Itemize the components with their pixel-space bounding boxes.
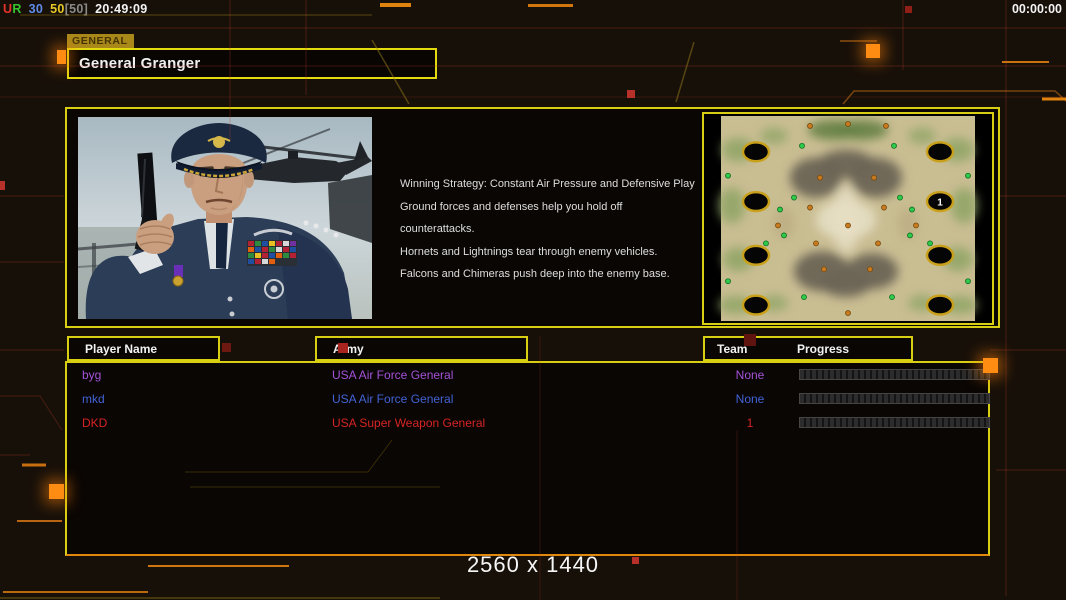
minimap: 1 (702, 112, 994, 325)
match-timer: 00:00:00 (1012, 2, 1062, 16)
army-cell: USA Air Force General (332, 392, 453, 406)
army-header: Army (315, 336, 528, 361)
general-name-box: General Granger (67, 48, 437, 79)
player-name-header-label: Player Name (85, 342, 157, 356)
team-progress-header: Team Progress (703, 336, 913, 361)
general-name: General Granger (79, 55, 200, 72)
clock: 20:49:09 (95, 2, 147, 16)
glow-square (57, 50, 66, 64)
team-letter-u: U (3, 2, 12, 16)
strategy-line: Winning Strategy: Constant Air Pressure … (400, 173, 700, 196)
counter-reserve: [50] (65, 2, 88, 16)
counter-blue: 30 (29, 2, 44, 16)
player-row: mkd USA Air Force General None (67, 387, 988, 411)
team-cell: None (705, 392, 795, 406)
minimap-image: 1 (704, 114, 992, 323)
strategy-line: Falcons and Chimeras push deep into the … (400, 263, 700, 286)
player-row: DKD USA Super Weapon General 1 (67, 411, 988, 435)
counter-yellow: 50 (50, 2, 65, 16)
army-cell: USA Air Force General (332, 368, 453, 382)
start-position-marker: 1 (937, 198, 943, 209)
strategy-line: Hornets and Lightnings tear through enem… (400, 241, 700, 264)
glow-square (866, 44, 880, 58)
player-name-header: Player Name (67, 336, 220, 361)
progress-bar (799, 369, 990, 380)
loading-screen: { "top_bar": { "letters": [ { "text": "U… (0, 0, 1066, 600)
player-name-cell: mkd (82, 392, 105, 406)
team-letter-r: R (12, 2, 21, 16)
progress-bar (799, 417, 990, 428)
player-row: byg USA Air Force General None (67, 363, 988, 387)
general-portrait (78, 117, 372, 319)
army-cell: USA Super Weapon General (332, 416, 485, 430)
player-list-panel: byg USA Air Force General None mkd USA A… (65, 361, 990, 556)
general-info-panel: Winning Strategy: Constant Air Pressure … (65, 107, 1000, 328)
progress-header-label: Progress (797, 342, 849, 356)
strategy-text: Winning Strategy: Constant Air Pressure … (400, 173, 700, 286)
army-header-label: Army (333, 342, 364, 356)
score-bar: UR 30 50[50] 20:49:09 (3, 2, 148, 16)
team-cell: None (705, 368, 795, 382)
strategy-line: Ground forces and defenses help you hold… (400, 196, 700, 241)
team-cell: 1 (705, 416, 795, 430)
player-name-cell: byg (82, 368, 101, 382)
progress-bar (799, 393, 990, 404)
team-header-label: Team (717, 342, 747, 356)
player-name-cell: DKD (82, 416, 107, 430)
general-tab: GENERAL (67, 34, 134, 49)
glow-square (49, 484, 64, 499)
